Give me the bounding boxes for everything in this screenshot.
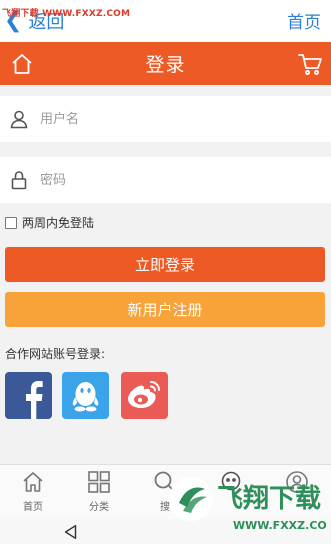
page-title: 登录 xyxy=(145,54,186,76)
weibo-login-button[interactable] xyxy=(121,372,168,419)
username-input[interactable] xyxy=(38,110,292,128)
facebook-login-button[interactable] xyxy=(5,372,52,419)
qq-login-button[interactable] xyxy=(62,372,109,419)
lock-icon xyxy=(11,171,27,190)
tab-home[interactable]: 首页 xyxy=(8,470,58,513)
password-field[interactable] xyxy=(0,157,331,203)
grid-icon xyxy=(88,471,110,493)
home-icon xyxy=(23,472,43,492)
password-input[interactable] xyxy=(38,171,292,189)
page-header: 登录 xyxy=(0,42,331,85)
tab-label: 首页 xyxy=(23,502,43,513)
remember-me-label: 两周内免登陆 xyxy=(22,216,95,230)
svg-text:WWW.FXXZ.COM: WWW.FXXZ.COM xyxy=(233,519,327,532)
tab-label: 分类 xyxy=(89,502,109,513)
checkbox-box[interactable] xyxy=(5,216,17,229)
back-triangle-icon[interactable] xyxy=(62,523,80,541)
login-button[interactable]: 立即登录 xyxy=(5,247,325,282)
home-icon[interactable] xyxy=(10,52,34,76)
username-field[interactable] xyxy=(0,96,331,142)
tab-category[interactable]: 分类 xyxy=(74,470,124,513)
remember-me-checkbox[interactable]: 两周内免登陆 xyxy=(5,214,94,231)
qq-icon xyxy=(72,382,99,412)
cart-icon[interactable] xyxy=(297,51,323,77)
weibo-icon xyxy=(128,381,160,408)
watermark-top: 飞翔下载 WWW.FXXZ.COM xyxy=(2,9,131,19)
facebook-icon xyxy=(26,381,43,419)
user-icon xyxy=(10,110,28,129)
partner-login-label: 合作网站账号登录: xyxy=(5,347,106,361)
register-button[interactable]: 新用户注册 xyxy=(5,292,325,327)
svg-text:飞翔下载: 飞翔下载 xyxy=(217,484,321,514)
home-link[interactable]: 首页 xyxy=(287,8,321,33)
fxxz-watermark-logo: 飞翔下载 WWW.FXXZ.COM xyxy=(169,477,327,532)
